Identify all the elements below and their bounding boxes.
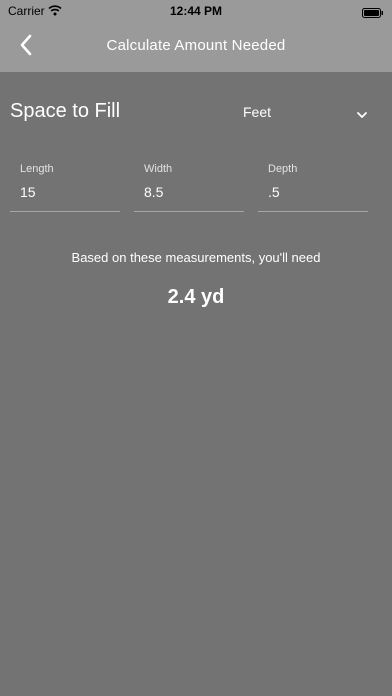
result-caption: Based on these measurements, you'll need (71, 250, 321, 265)
unit-dropdown[interactable]: Feet (238, 102, 378, 124)
depth-field[interactable]: Depth .5 (258, 160, 368, 212)
length-underline (10, 211, 120, 212)
width-label: Width (144, 163, 173, 175)
depth-input[interactable]: .5 (268, 184, 280, 200)
depth-label: Depth (268, 163, 298, 175)
length-input[interactable]: 15 (20, 184, 36, 200)
page-title: Calculate Amount Needed (106, 37, 286, 54)
length-label: Length (20, 163, 54, 175)
navigation-bar: Calculate Amount Needed (0, 22, 392, 72)
unit-value: Feet (243, 104, 272, 120)
chevron-down-icon (356, 107, 368, 118)
status-time: 12:44 PM (169, 4, 223, 18)
length-field[interactable]: Length 15 (10, 160, 120, 212)
section-title: Space to Fill (10, 100, 121, 122)
battery-icon (362, 5, 383, 18)
depth-underline (258, 211, 368, 212)
status-bar: Carrier 12:44 PM (0, 0, 392, 22)
result-value: 2.4 yd (167, 286, 225, 308)
width-field[interactable]: Width 8.5 (134, 160, 244, 212)
width-underline (134, 211, 244, 212)
width-input[interactable]: 8.5 (144, 184, 163, 200)
